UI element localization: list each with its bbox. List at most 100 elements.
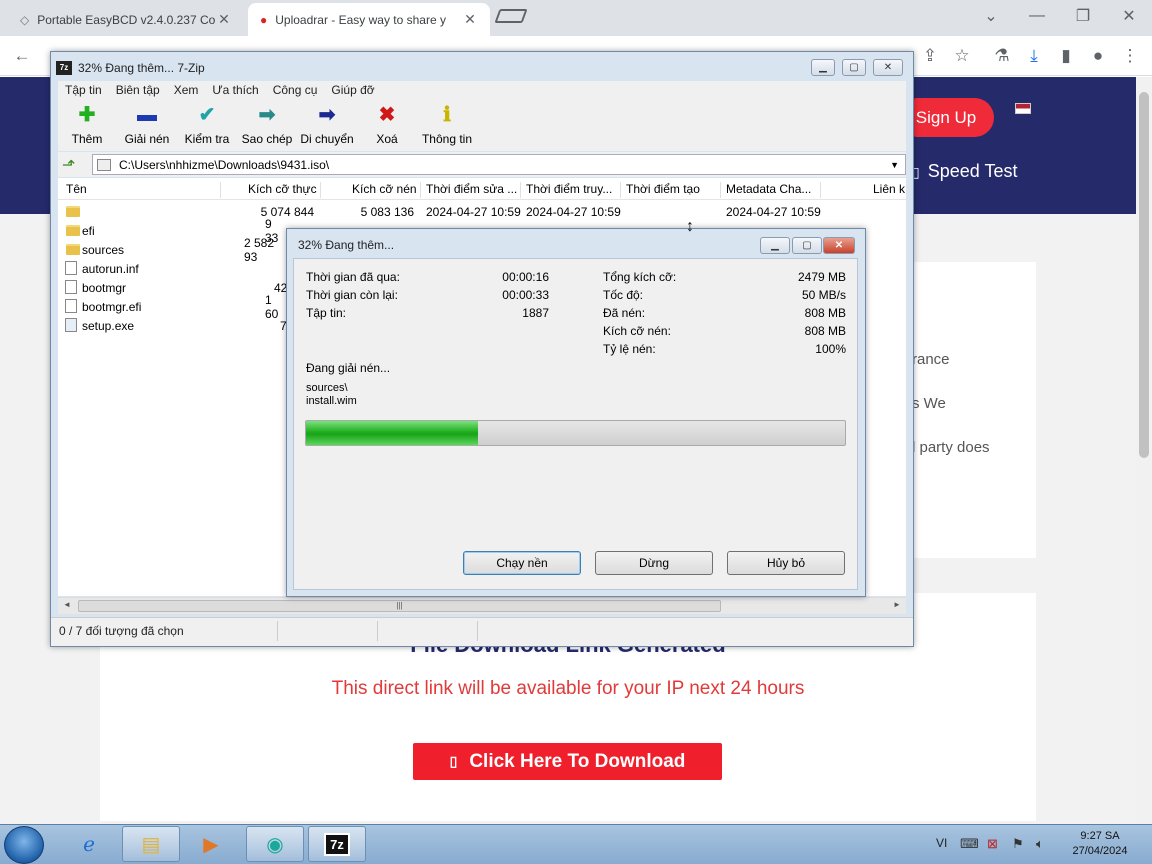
table-row[interactable]: autorun.inf	[62, 259, 286, 278]
table-row[interactable]: 5 074 844 5 083 136 2024-04-27 10:59 202…	[62, 202, 906, 221]
explorer-icon[interactable]: ▤	[122, 826, 180, 862]
close-icon[interactable]: ✕	[823, 237, 855, 254]
tab-title: Portable EasyBCD v2.4.0.237 Co	[37, 12, 216, 27]
start-button[interactable]	[4, 826, 44, 864]
minimize-icon[interactable]: ▁	[811, 59, 835, 76]
minimize-icon[interactable]: —	[1014, 0, 1060, 32]
card-text-fragment: rance	[912, 351, 950, 368]
action-center-icon[interactable]: ⚑	[1012, 836, 1024, 852]
chevron-down-icon[interactable]: ▼	[890, 160, 899, 170]
table-row[interactable]: sources 2 582 93	[62, 236, 286, 264]
cancel-button[interactable]: Hủy bỏ	[727, 551, 845, 575]
col-links[interactable]: Liên k	[873, 182, 905, 196]
horizontal-scroll-thumb[interactable]: |||	[78, 600, 721, 612]
col-divider[interactable]	[520, 182, 521, 198]
up-folder-icon[interactable]: ⬏	[62, 155, 82, 174]
flag-icon[interactable]	[1015, 103, 1031, 114]
browser-taskbar-icon[interactable]: ◉	[246, 826, 304, 862]
sidepanel-icon[interactable]: ▮	[1054, 44, 1078, 68]
close-icon[interactable]: ✕	[873, 59, 903, 76]
download-button[interactable]: ▯ Click Here To Download	[413, 743, 722, 780]
scroll-right-icon[interactable]: ►	[893, 600, 901, 609]
site-icon: ◇	[20, 12, 30, 27]
table-row[interactable]: setup.exe 7	[62, 316, 287, 335]
compressed-value: 808 MB	[804, 324, 846, 338]
tab-easybcd[interactable]: ◇ Portable EasyBCD v2.4.0.237 Co ✕	[8, 3, 244, 36]
file-icon	[65, 280, 77, 294]
menu-tools[interactable]: Công cụ	[273, 83, 318, 97]
ratio-label: Tỷ lệ nén:	[603, 342, 656, 356]
7zip-taskbar-button[interactable]: 7z	[308, 826, 366, 862]
compressed-label: Kích cỡ nén:	[603, 324, 671, 338]
menu-edit[interactable]: Biên tập	[116, 83, 160, 97]
keyboard-icon[interactable]: ⌨	[960, 836, 979, 852]
maximize-icon[interactable]: ▢	[842, 59, 866, 76]
info-button[interactable]: ℹ Thông tin	[412, 104, 482, 146]
col-accessed[interactable]: Thời điểm truy...	[526, 182, 612, 196]
copy-icon: ➡	[258, 104, 276, 126]
file-name: bootmgr.efi	[82, 299, 142, 314]
status-divider	[277, 621, 278, 641]
close-icon[interactable]: ✕	[462, 11, 478, 28]
menu-help[interactable]: Giúp đỡ	[331, 83, 374, 97]
7zip-icon: 7z	[324, 832, 350, 856]
col-divider[interactable]	[320, 182, 321, 198]
menu-view[interactable]: Xem	[174, 83, 199, 97]
profile-icon[interactable]: ●	[1086, 44, 1110, 68]
col-divider[interactable]	[220, 182, 221, 198]
table-row[interactable]: bootmgr.efi 1 60	[62, 293, 286, 321]
clock[interactable]: 9:27 SA 27/04/2024	[1060, 829, 1140, 859]
scroll-left-icon[interactable]: ◄	[63, 600, 71, 609]
menu-icon[interactable]: ⋮	[1118, 44, 1142, 68]
restore-icon[interactable]: ❐	[1060, 0, 1106, 32]
status-divider	[377, 621, 378, 641]
background-button[interactable]: Chạy nền	[463, 551, 581, 575]
menu-favorites[interactable]: Ưa thích	[212, 83, 258, 97]
total-size-value: 2479 MB	[797, 270, 846, 284]
download-icon: ▯	[449, 753, 458, 769]
page-scroll-thumb[interactable]	[1139, 92, 1149, 458]
close-window-icon[interactable]: ✕	[1106, 0, 1152, 32]
col-modified[interactable]: Thời điểm sửa ...	[426, 182, 517, 196]
ie-icon[interactable]: ℯ	[60, 826, 118, 862]
new-tab-icon[interactable]	[494, 9, 528, 23]
media-player-icon[interactable]: ▶	[182, 826, 240, 862]
pause-button[interactable]: Dừng	[595, 551, 713, 575]
col-packed[interactable]: Kích cỡ nén	[352, 182, 417, 196]
file-name: autorun.inf	[82, 261, 139, 276]
col-name[interactable]: Tên	[66, 182, 87, 196]
tab-uploadrar[interactable]: ● Uploadrar - Easy way to share y ✕	[248, 3, 490, 36]
file-modified: 2024-04-27 10:59	[426, 204, 521, 219]
speed-label: Tốc độ:	[603, 288, 644, 302]
chevron-down-icon[interactable]: ⌄	[968, 0, 1014, 32]
language-indicator[interactable]: VI	[936, 836, 947, 850]
close-icon[interactable]: ✕	[216, 11, 232, 28]
col-metadata[interactable]: Metadata Cha...	[726, 182, 811, 196]
settings-file-icon	[65, 261, 77, 275]
volume-icon[interactable]: 🔈︎	[1036, 836, 1044, 852]
col-size[interactable]: Kích cỡ thực	[248, 182, 317, 196]
table-row[interactable]: bootmgr 42	[62, 278, 287, 297]
col-divider[interactable]	[720, 182, 721, 198]
minimize-icon[interactable]: ▁	[760, 237, 790, 254]
file-name: sources	[82, 242, 125, 257]
star-icon[interactable]: ☆	[950, 44, 974, 68]
address-field[interactable]: C:\Users\nhhizme\Downloads\9431.iso\ ▼	[92, 154, 906, 175]
col-divider[interactable]	[820, 182, 821, 198]
menu-file[interactable]: Tập tin	[65, 83, 102, 97]
col-divider[interactable]	[620, 182, 621, 198]
speed-test-link[interactable]: ▯ Speed Test	[912, 161, 1017, 182]
folder-icon	[66, 244, 80, 255]
clock-date: 27/04/2024	[1072, 845, 1128, 857]
back-icon[interactable]: ←	[10, 44, 34, 68]
current-path: sources\	[306, 382, 348, 394]
share-icon[interactable]: ⇪	[918, 44, 942, 68]
col-divider[interactable]	[420, 182, 421, 198]
download-icon[interactable]: ⤓	[1022, 44, 1046, 68]
maximize-icon[interactable]: ▢	[792, 237, 822, 254]
col-created[interactable]: Thời điểm tạo	[626, 182, 700, 196]
network-icon[interactable]: ⊠	[987, 836, 998, 852]
extension-icon[interactable]: ⚗	[990, 44, 1014, 68]
remaining-label: Thời gian còn lại:	[306, 288, 398, 302]
files-label: Tập tin:	[306, 306, 347, 320]
